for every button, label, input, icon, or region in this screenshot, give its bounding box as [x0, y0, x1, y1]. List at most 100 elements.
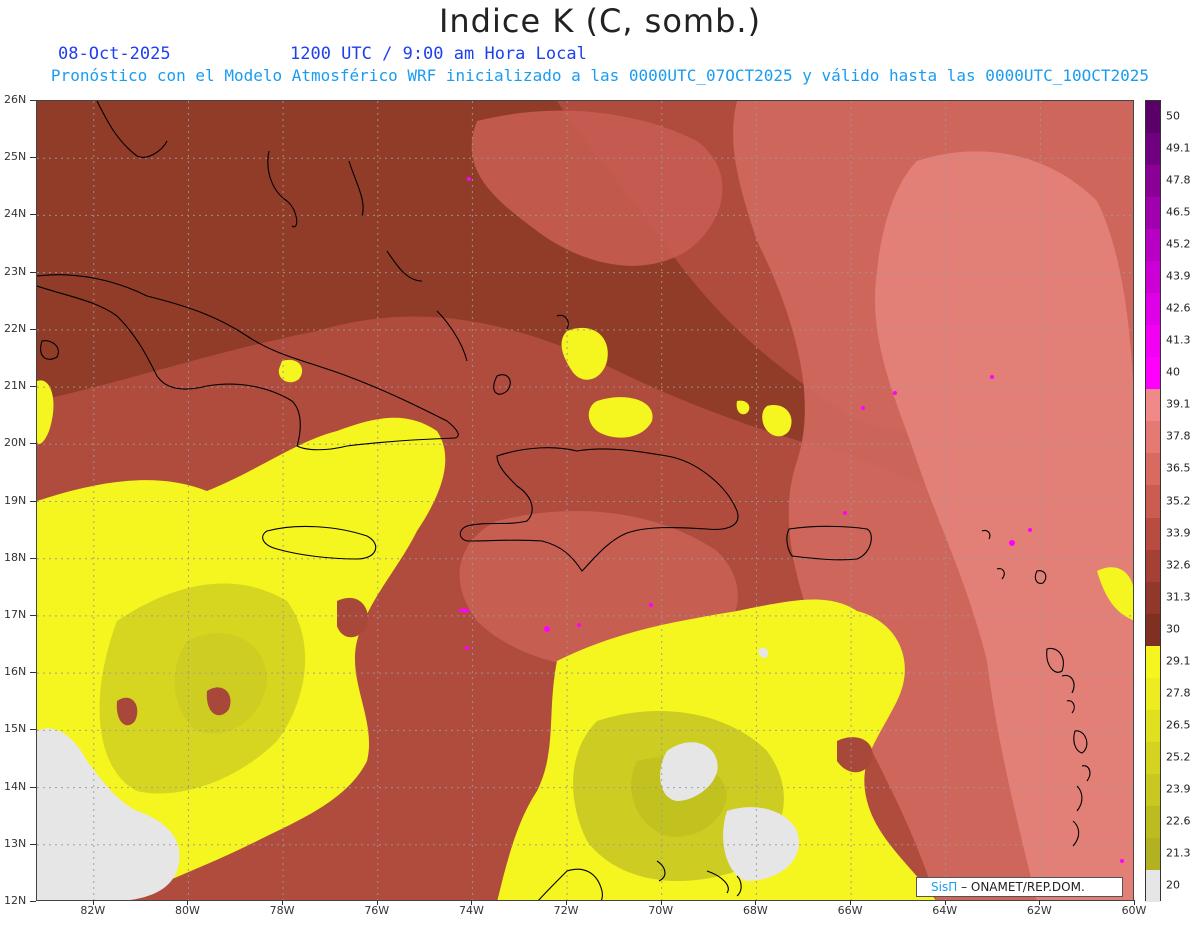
lat-tick	[30, 500, 36, 502]
colorbar-segment	[1146, 773, 1160, 807]
colorbar-segment	[1146, 805, 1160, 839]
sispi-logo: SisΠ	[931, 880, 958, 894]
colorbar-label: 27.8	[1166, 686, 1191, 700]
lat-label-20n: 20N	[4, 436, 27, 450]
lon-label-72w: 72W	[553, 904, 579, 917]
colorbar-segment	[1146, 325, 1160, 358]
credit-box: SisΠ – ONAMET/REP.DOM.	[916, 877, 1123, 897]
lat-tick	[30, 386, 36, 388]
colorbar-label: 20	[1166, 878, 1180, 892]
colorbar-segment	[1146, 421, 1160, 454]
colorbar-segment	[1146, 389, 1160, 422]
lat-label-25n: 25N	[4, 150, 27, 164]
colorbar-label: 31.3	[1166, 590, 1191, 604]
colorbar-label: 36.5	[1166, 461, 1191, 475]
lon-tick	[376, 900, 378, 905]
colorbar-segment	[1146, 869, 1160, 903]
colorbar-label: 35.2	[1166, 494, 1191, 507]
lat-tick	[30, 271, 36, 273]
colorbar-segment	[1146, 837, 1160, 871]
lon-tick	[92, 900, 94, 905]
lon-label-66w: 66W	[837, 904, 863, 917]
lat-label-13n: 13N	[4, 836, 27, 850]
colorbar-segment	[1146, 549, 1160, 583]
lat-label-15n: 15N	[4, 722, 27, 736]
lon-tick	[187, 900, 189, 905]
colorbar-segment	[1146, 645, 1160, 679]
colorbar-segment	[1146, 581, 1160, 615]
lat-tick	[30, 672, 36, 674]
colorbar	[1145, 100, 1161, 903]
lat-label-17n: 17N	[4, 607, 27, 621]
lon-label-74w: 74W	[458, 904, 484, 917]
lat-label-21n: 21N	[4, 379, 27, 393]
lat-label-26n: 26N	[4, 93, 27, 106]
forecast-time: 1200 UTC / 9:00 am Hora Local	[290, 44, 587, 64]
lat-label-22n: 22N	[4, 321, 27, 335]
lat-tick	[30, 214, 36, 216]
colorbar-label: 42.6	[1166, 301, 1191, 315]
lat-tick	[30, 729, 36, 731]
colorbar-label: 29.1	[1166, 654, 1191, 668]
colorbar-label: 32.6	[1166, 558, 1191, 572]
lon-tick	[1039, 900, 1041, 905]
credit-text: – ONAMET/REP.DOM.	[961, 880, 1085, 894]
lon-tick	[471, 900, 473, 905]
colorbar-segment	[1146, 485, 1160, 518]
forecast-description: Pronóstico con el Modelo Atmosférico WRF…	[50, 66, 1150, 85]
lat-tick	[30, 901, 36, 902]
lat-label-19n: 19N	[4, 493, 27, 507]
colorbar-segment	[1146, 677, 1160, 711]
colorbar-label: 33.9	[1166, 526, 1191, 540]
colorbar-label: 37.8	[1166, 429, 1191, 443]
colorbar-segment	[1146, 229, 1160, 262]
chart-title: Indice K (C, somb.)	[438, 2, 762, 40]
lon-label-68w: 68W	[742, 904, 768, 917]
forecast-date: 08-Oct-2025	[58, 44, 171, 64]
lat-label-12n: 12N	[4, 894, 27, 907]
lon-label-64w: 64W	[932, 904, 958, 917]
lon-tick	[1134, 900, 1135, 905]
colorbar-label: 49.1	[1166, 141, 1191, 155]
lat-tick	[30, 557, 36, 559]
lat-label-24n: 24N	[4, 207, 27, 221]
colorbar-label: 50	[1166, 109, 1180, 123]
colorbar-segment	[1146, 165, 1160, 198]
field-yellow-blob-4	[278, 359, 303, 383]
colorbar-label: 21.3	[1166, 846, 1191, 860]
lat-label-14n: 14N	[4, 779, 27, 793]
colorbar-label: 47.8	[1166, 173, 1191, 187]
lat-tick	[30, 328, 36, 330]
colorbar-segment	[1146, 261, 1160, 294]
colorbar-label: 22.6	[1166, 814, 1191, 828]
lon-label-70w: 70W	[648, 904, 674, 917]
lon-label-82w: 82W	[80, 904, 106, 917]
k-index-map	[36, 100, 1134, 901]
colorbar-segment	[1146, 709, 1160, 743]
colorbar-label: 25.2	[1166, 750, 1191, 764]
lat-tick	[30, 100, 36, 101]
colorbar-segment	[1146, 613, 1160, 647]
lat-tick	[30, 443, 36, 445]
map-canvas	[37, 101, 1133, 900]
lat-tick	[30, 786, 36, 788]
lat-tick	[30, 157, 36, 159]
colorbar-label: 26.5	[1166, 718, 1191, 732]
lon-tick	[660, 900, 662, 905]
lat-tick	[30, 614, 36, 616]
lon-tick	[755, 900, 757, 905]
colorbar-label: 45.2	[1166, 237, 1191, 251]
lat-label-16n: 16N	[4, 665, 27, 679]
lon-label-76w: 76W	[364, 904, 390, 917]
colorbar-segment	[1146, 101, 1160, 134]
colorbar-segment	[1146, 517, 1160, 551]
lon-label-80w: 80W	[175, 904, 200, 917]
lat-label-18n: 18N	[4, 550, 27, 564]
colorbar-segment	[1146, 197, 1160, 230]
colorbar-segment	[1146, 133, 1160, 166]
colorbar-label: 23.9	[1166, 782, 1191, 796]
lon-tick	[944, 900, 946, 905]
colorbar-label: 39.1	[1166, 397, 1191, 411]
lon-label-60w: 60W	[1121, 904, 1147, 917]
colorbar-label: 41.3	[1166, 333, 1191, 347]
